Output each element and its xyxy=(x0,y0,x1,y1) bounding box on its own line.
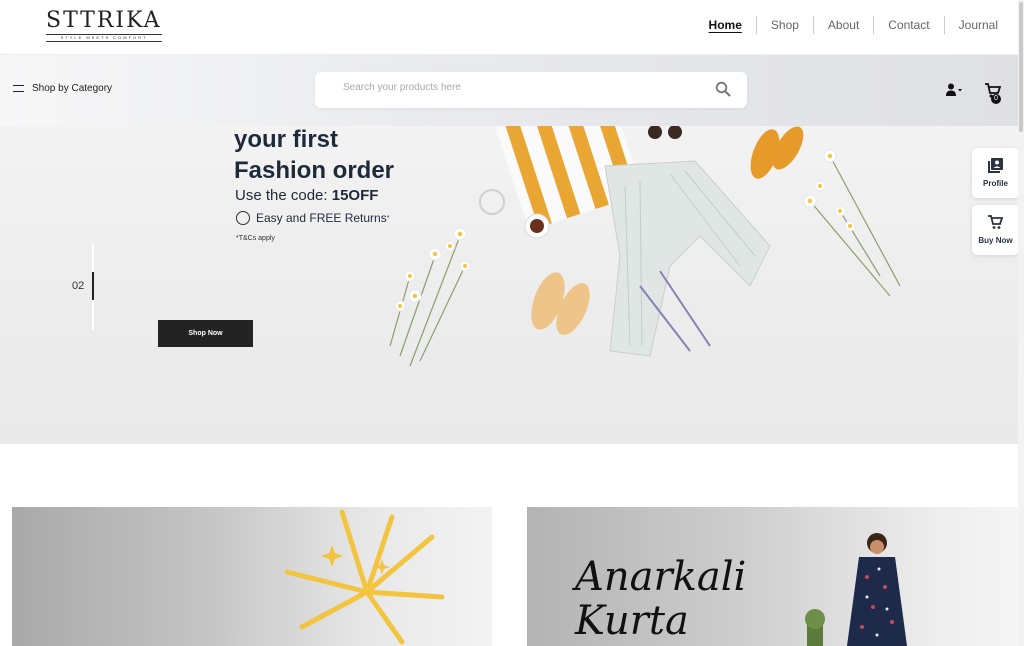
page-scrollbar[interactable] xyxy=(1018,0,1024,646)
brand-tagline: STYLE MEETS COMFORT xyxy=(46,34,162,42)
firework-decoration xyxy=(284,509,445,645)
nav-link-shop[interactable]: Shop xyxy=(757,16,814,34)
hero-terms: *T&Cs apply xyxy=(236,235,275,242)
model-image xyxy=(805,533,907,646)
buy-now-label: Buy Now xyxy=(978,236,1013,245)
main-nav: Home Shop About Contact Journal xyxy=(695,16,1008,34)
profile-icon xyxy=(988,158,1003,173)
brand-name: STTRIKA xyxy=(46,8,162,33)
search-icon[interactable] xyxy=(715,81,731,97)
cart-count-badge: 0 xyxy=(991,94,1001,104)
promo-card-anarkali[interactable]: Anarkali Kurta xyxy=(527,507,1024,646)
hero-product-image xyxy=(389,126,901,367)
menu-icon xyxy=(13,85,24,92)
user-account-icon[interactable] xyxy=(946,83,962,97)
nav-link-journal[interactable]: Journal xyxy=(945,16,1008,34)
scrollbar-thumb[interactable] xyxy=(1019,2,1023,132)
slide-indicator[interactable] xyxy=(92,244,94,330)
anarkali-kurta-title: Anarkali Kurta xyxy=(575,554,747,644)
promo-card-left[interactable] xyxy=(12,507,492,646)
top-navbar: STTRIKA STYLE MEETS COMFORT Home Shop Ab… xyxy=(0,0,1024,55)
hero-banner: your first Fashion order Use the code: 1… xyxy=(0,126,1024,444)
search-input[interactable] xyxy=(343,82,693,93)
returns-icon xyxy=(236,211,250,225)
profile-side-button[interactable]: Profile xyxy=(972,148,1019,198)
shop-by-category-button[interactable]: Shop by Category xyxy=(13,83,112,94)
buy-now-cart-icon xyxy=(988,215,1003,229)
nav-link-about[interactable]: About xyxy=(814,16,875,34)
brand-logo[interactable]: STTRIKA STYLE MEETS COMFORT xyxy=(46,9,162,43)
nav-link-home[interactable]: Home xyxy=(695,16,757,34)
promo-code-prefix: Use the code: xyxy=(235,187,332,204)
search-bar-section: Shop by Category 0 xyxy=(0,55,1024,126)
shop-now-button[interactable]: Shop Now xyxy=(158,320,253,347)
slide-number: 02 xyxy=(72,280,85,292)
search-box xyxy=(315,72,747,108)
profile-label: Profile xyxy=(983,179,1008,188)
buy-now-side-button[interactable]: Buy Now xyxy=(972,205,1019,255)
nav-link-contact[interactable]: Contact xyxy=(874,16,945,34)
shop-by-category-label: Shop by Category xyxy=(32,83,113,94)
